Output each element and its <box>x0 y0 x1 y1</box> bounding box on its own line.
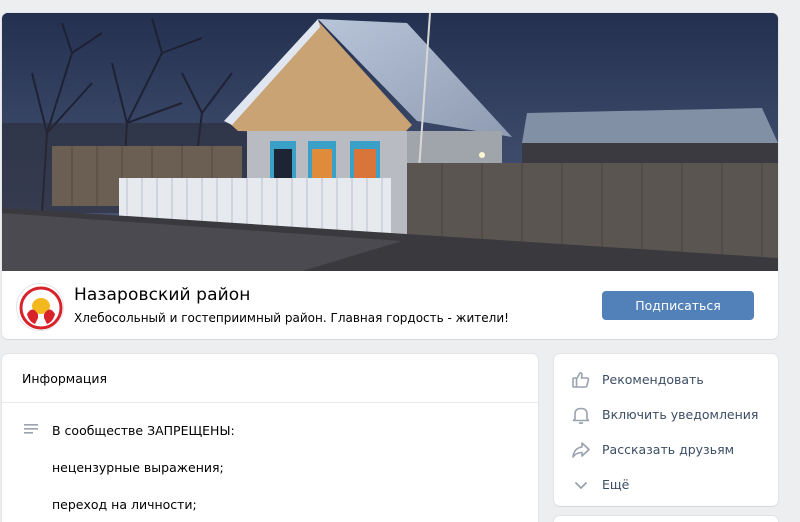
bell-icon <box>570 404 592 426</box>
chevron-down-icon <box>570 474 592 496</box>
description-block: В сообществе ЗАПРЕЩЕНЫ: нецензурные выра… <box>24 423 235 522</box>
share-action[interactable]: Рассказать друзьям <box>554 432 778 467</box>
action-label: Рассказать друзьям <box>602 442 735 457</box>
description-line: нецензурные выражения; <box>52 460 224 475</box>
notifications-action[interactable]: Включить уведомления <box>554 397 778 432</box>
actions-menu: Рекомендовать Включить уведомления Расск… <box>554 354 778 506</box>
recommend-action[interactable]: Рекомендовать <box>554 362 778 397</box>
text-lines-icon <box>24 424 38 434</box>
description-line: В сообществе ЗАПРЕЩЕНЫ: <box>52 423 235 438</box>
share-icon <box>570 439 592 461</box>
action-label: Ещё <box>602 477 630 492</box>
description-line: переход на личности; <box>52 497 197 512</box>
subscribe-button[interactable]: Подписаться <box>602 291 754 320</box>
more-action[interactable]: Ещё <box>554 467 778 502</box>
group-header-card: Назаровский район Хлебосольный и гостепр… <box>2 13 778 339</box>
next-card-edge <box>554 516 778 522</box>
information-card: Информация В сообществе ЗАПРЕЩЕНЫ: нецен… <box>2 354 538 522</box>
action-label: Рекомендовать <box>602 372 704 387</box>
group-avatar[interactable] <box>16 283 64 331</box>
group-name: Назаровский район <box>74 285 251 305</box>
group-status: Хлебосольный и гостеприимный район. Глав… <box>74 311 509 325</box>
information-title: Информация <box>2 354 538 403</box>
action-label: Включить уведомления <box>602 407 759 422</box>
cover-photo <box>2 13 778 271</box>
thumb-up-icon <box>570 369 592 391</box>
